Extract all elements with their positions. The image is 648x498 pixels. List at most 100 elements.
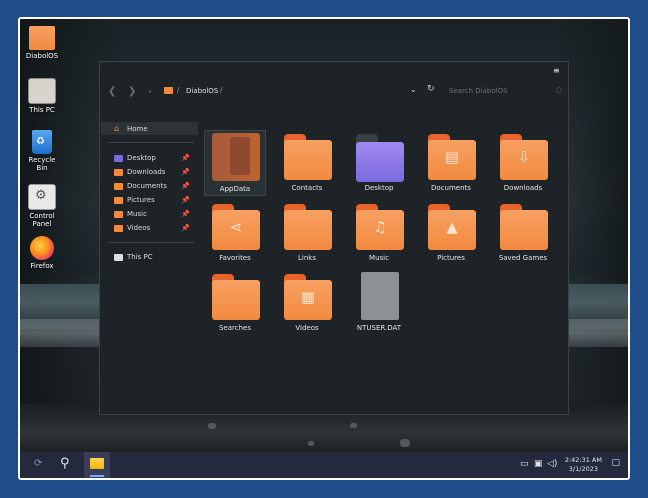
file-item[interactable]: ▦ Videos — [276, 270, 338, 336]
file-item-label: Videos — [295, 324, 319, 332]
desktop-icon-control-panel[interactable]: ⚙ Control Panel — [24, 184, 60, 228]
wallpaper-rock — [208, 423, 216, 429]
taskbar-explorer-button[interactable] — [84, 452, 110, 478]
recycle-bin-icon: ♻ — [32, 130, 52, 154]
folder-icon — [164, 87, 173, 94]
file-item[interactable]: Searches — [204, 270, 266, 336]
up-icon[interactable]: • — [148, 88, 152, 96]
folder-glyph-icon: ▤ — [444, 148, 460, 166]
desktop-icon-firefox[interactable]: Firefox — [24, 236, 60, 270]
pin-icon[interactable]: 📌 — [181, 168, 190, 176]
breadcrumb-path[interactable]: DiabolOS — [186, 87, 218, 95]
desktop-folder-icon — [114, 155, 123, 162]
wallpaper-rock — [400, 439, 410, 447]
desktop-screen: DiabolOS This PC ♻ Recycle Bin ⚙ Control… — [18, 17, 630, 480]
sidebar-item-downloads[interactable]: Downloads 📌 — [114, 167, 194, 179]
file-item-label: Links — [298, 254, 316, 262]
network-icon[interactable]: ▣ — [534, 459, 543, 469]
file-item-label: Music — [369, 254, 389, 262]
desktop-icon-label: DiabolOS — [25, 52, 59, 60]
sidebar-item-desktop[interactable]: Desktop 📌 — [114, 153, 194, 165]
wallpaper-rock — [308, 441, 314, 446]
computer-icon — [114, 254, 123, 261]
sidebar-item-documents[interactable]: Documents 📌 — [114, 181, 194, 193]
file-item[interactable]: Saved Games — [492, 200, 554, 266]
folder-glyph-icon: ⋖ — [229, 218, 243, 236]
desktop-folder-icon — [356, 134, 404, 182]
menu-icon[interactable]: ≡ — [553, 67, 560, 75]
downloads-folder-icon: ⇩ — [500, 134, 548, 180]
folder-tab-icon — [230, 137, 250, 175]
file-item[interactable]: ♫ Music — [348, 200, 410, 266]
battery-icon[interactable]: ▭ — [520, 459, 529, 469]
desktop-icon-this-pc[interactable]: This PC — [24, 78, 60, 114]
pin-icon[interactable]: 📌 — [181, 154, 190, 162]
control-panel-icon: ⚙ — [28, 184, 56, 210]
pin-icon[interactable]: 📌 — [181, 196, 190, 204]
refresh-icon[interactable]: ↻ — [427, 84, 435, 94]
folder-glyph-icon: ▲ — [446, 218, 458, 236]
desktop-icon-label: Recycle Bin — [28, 156, 56, 172]
share-folder-icon: ⋖ — [212, 204, 260, 250]
volume-icon[interactable]: ◁) — [547, 459, 557, 469]
start-icon[interactable]: ⟳ — [34, 458, 42, 469]
file-item[interactable]: Contacts — [276, 130, 338, 196]
file-item-label: AppData — [219, 185, 251, 193]
file-item[interactable]: Links — [276, 200, 338, 266]
sidebar-item-pictures[interactable]: Pictures 📌 — [114, 195, 194, 207]
forward-icon[interactable]: ❯ — [128, 86, 136, 97]
file-item[interactable]: ⇩ Downloads — [492, 130, 554, 196]
pin-icon[interactable]: 📌 — [181, 224, 190, 232]
file-grid: AppData Contacts Desktop ▤ Documents ⇩ Downloa… — [204, 130, 568, 414]
notification-icon[interactable]: ▢ — [611, 458, 620, 468]
clock[interactable]: 2:42:31 AM 3/1/2023 — [565, 456, 602, 474]
folder-glyph-icon: ▦ — [300, 288, 316, 306]
folder-glyph-icon: ♫ — [373, 218, 387, 236]
sidebar-item-label: Downloads — [127, 168, 166, 176]
desktop-icon-diabolos[interactable]: DiabolOS — [24, 26, 60, 60]
pin-icon[interactable]: 📌 — [181, 210, 190, 218]
file-item[interactable]: ▲ Pictures — [420, 200, 482, 266]
home-icon: ⌂ — [114, 124, 120, 133]
pictures-folder-icon — [114, 197, 123, 204]
file-item[interactable]: ▤ Documents — [420, 130, 482, 196]
desktop-icon-label: Firefox — [30, 262, 54, 270]
file-item-label: Searches — [218, 324, 251, 332]
music-folder-icon: ♫ — [356, 204, 404, 250]
desktop-icon-recycle-bin[interactable]: ♻ Recycle Bin — [24, 130, 60, 172]
file-item[interactable]: Desktop — [348, 130, 410, 196]
folder-icon — [284, 134, 332, 180]
chevron-down-icon[interactable]: ⌄ — [410, 85, 417, 94]
file-item[interactable]: ⋖ Favorites — [204, 200, 266, 266]
search-icon[interactable]: ⚲ — [60, 456, 70, 471]
file-item[interactable]: NTUSER.DAT — [348, 270, 410, 336]
sidebar-item-videos[interactable]: Videos 📌 — [114, 223, 194, 235]
file-item[interactable]: AppData — [204, 130, 266, 196]
file-item-label: Documents — [431, 184, 471, 192]
sidebar-item-this-pc[interactable]: This PC — [114, 252, 194, 264]
sidebar-home-entry[interactable]: ⌂ Home — [114, 124, 194, 136]
folder-icon — [29, 26, 55, 50]
folder-glyph-icon: ⇩ — [517, 148, 531, 166]
back-icon[interactable]: ❮ — [108, 86, 116, 97]
file-icon — [361, 272, 399, 320]
active-indicator — [90, 475, 104, 477]
file-item-label: Desktop — [364, 184, 394, 192]
music-folder-icon — [114, 211, 123, 218]
sidebar-item-label: Music — [127, 210, 147, 218]
computer-icon — [28, 78, 56, 104]
sidebar-item-label: Documents — [127, 182, 167, 190]
file-item-label: Downloads — [503, 184, 543, 192]
pin-icon[interactable]: 📌 — [181, 182, 190, 190]
sidebar-item-music[interactable]: Music 📌 — [114, 209, 194, 221]
search-input[interactable]: Search DiabolOS — [449, 87, 508, 95]
path-separator-icon: / — [177, 86, 180, 94]
desktop-icon-label: This PC — [29, 106, 55, 114]
documents-folder-icon: ▤ — [428, 134, 476, 180]
folder-front-icon — [284, 210, 332, 250]
wallpaper-rock — [350, 423, 357, 428]
file-item-label: NTUSER.DAT — [356, 324, 402, 332]
search-icon[interactable]: ○ — [556, 86, 562, 94]
file-item-label: Favorites — [219, 254, 251, 262]
folder-icon — [90, 458, 104, 469]
